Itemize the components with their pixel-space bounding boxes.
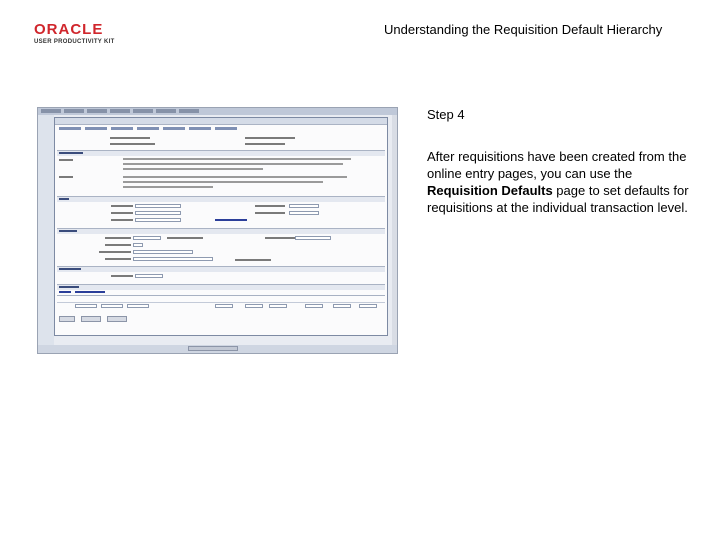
default-options-section — [57, 150, 385, 156]
window-tabs — [55, 126, 387, 131]
status-bar — [38, 345, 397, 353]
scrollbar — [392, 115, 397, 345]
line-section — [57, 196, 385, 202]
desc-text-1: After requisitions have been created fro… — [427, 149, 687, 181]
step-label: Step 4 — [427, 107, 465, 122]
page-title: Understanding the Requisition Default Hi… — [384, 22, 663, 37]
app-top-navigation — [38, 108, 397, 115]
requisition-defaults-window — [54, 117, 388, 336]
schedule-section — [57, 228, 385, 234]
window-title-bar — [55, 118, 387, 125]
distributions-grid-section — [57, 284, 385, 290]
distribution-section — [57, 266, 385, 272]
cancel-button[interactable] — [81, 316, 101, 322]
left-panel — [38, 115, 54, 345]
ok-button[interactable] — [59, 316, 75, 322]
oracle-upk-logo: ORACLE USER PRODUCTIVITY KIT — [34, 22, 124, 45]
logo-wordmark: ORACLE — [34, 21, 104, 38]
screenshot-thumbnail — [37, 107, 398, 354]
step-description: After requisitions have been created fro… — [427, 148, 695, 216]
refresh-button[interactable] — [107, 316, 127, 322]
logo-subtitle: USER PRODUCTIVITY KIT — [34, 39, 115, 45]
desc-bold-page-name: Requisition Defaults — [427, 183, 553, 198]
